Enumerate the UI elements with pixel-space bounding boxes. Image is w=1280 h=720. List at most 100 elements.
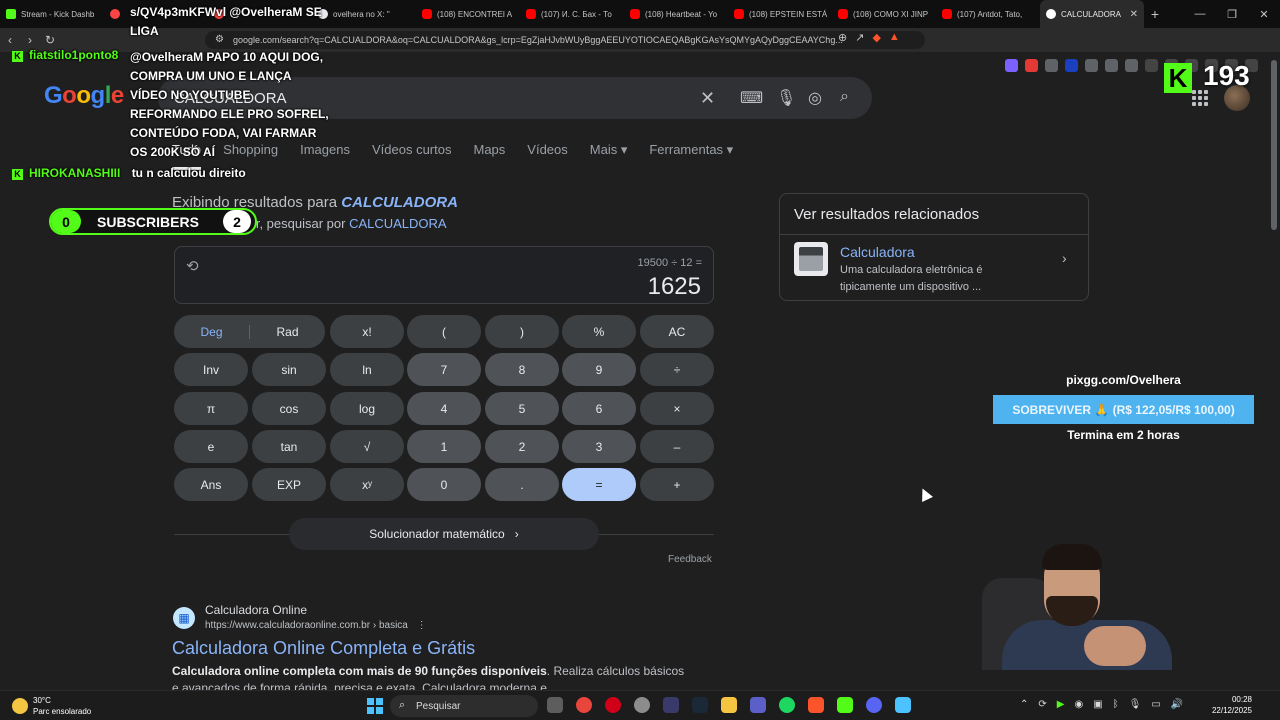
- tan-button[interactable]: tan: [252, 430, 326, 463]
- clear-button[interactable]: AC: [640, 315, 714, 348]
- extension-icon[interactable]: [1065, 59, 1078, 72]
- tab-youtube-3[interactable]: (108) Heartbeat - Yo: [624, 0, 728, 28]
- sync-icon[interactable]: ⟳: [1038, 699, 1046, 710]
- keyboard-icon[interactable]: ⌨: [740, 88, 763, 108]
- digit-3-button[interactable]: 3: [562, 430, 636, 463]
- discord-icon[interactable]: [866, 697, 882, 713]
- brave-icon[interactable]: [808, 697, 824, 713]
- tab-more[interactable]: Mais ▾: [590, 142, 628, 170]
- result-title-link[interactable]: Calculadora Online Completa e Grátis: [172, 638, 475, 659]
- chevron-right-icon[interactable]: ›: [1062, 250, 1067, 266]
- rad-option[interactable]: Rad: [250, 325, 325, 339]
- digit-1-button[interactable]: 1: [407, 430, 481, 463]
- result-site-name[interactable]: Calculadora Online: [205, 603, 307, 617]
- decimal-button[interactable]: .: [485, 468, 559, 501]
- puzzle-icon[interactable]: [1105, 59, 1118, 72]
- lens-icon[interactable]: ◎: [808, 88, 822, 108]
- ans-button[interactable]: Ans: [174, 468, 248, 501]
- minimize-icon[interactable]: —: [1184, 8, 1216, 20]
- weather-widget[interactable]: 30°C Parc ensolarado: [12, 695, 91, 717]
- volume-icon[interactable]: 🔊: [1171, 699, 1183, 710]
- steam-icon[interactable]: [692, 697, 708, 713]
- new-tab-button[interactable]: +: [1144, 6, 1166, 22]
- tab-tools[interactable]: Ferramentas ▾: [649, 142, 733, 170]
- tab-youtube-2[interactable]: (107) И. С. Бах - То: [520, 0, 624, 28]
- tab-videos[interactable]: Vídeos: [527, 142, 567, 170]
- google-logo[interactable]: Google: [44, 82, 124, 110]
- back-icon[interactable]: ‹: [0, 33, 20, 47]
- deg-rad-toggle[interactable]: Deg Rad: [174, 315, 325, 348]
- digit-8-button[interactable]: 8: [485, 353, 559, 386]
- maximize-icon[interactable]: ❐: [1216, 8, 1248, 21]
- tab-kick-dashboard[interactable]: Stream - Kick Dashb: [0, 0, 104, 28]
- spotify-icon[interactable]: [779, 697, 795, 713]
- brave-shield-icon[interactable]: ◆: [872, 31, 880, 44]
- tab-youtube-4[interactable]: (108) EPSTEIN ESTÁ: [728, 0, 832, 28]
- feedback-link[interactable]: Feedback: [668, 554, 712, 565]
- calculator-site-icon[interactable]: ▦: [173, 607, 195, 629]
- zoom-icon[interactable]: ⊕: [838, 31, 847, 44]
- e-button[interactable]: e: [174, 430, 248, 463]
- digit-4-button[interactable]: 4: [407, 392, 481, 425]
- plus-button[interactable]: +: [640, 468, 714, 501]
- notepad-icon[interactable]: [895, 697, 911, 713]
- search-icon[interactable]: ⌕: [840, 88, 849, 106]
- original-query-link[interactable]: CALCUALDORA: [349, 216, 447, 231]
- clear-icon[interactable]: ✕: [700, 88, 715, 109]
- open-paren-button[interactable]: (: [407, 315, 481, 348]
- sqrt-button[interactable]: √: [330, 430, 404, 463]
- digit-7-button[interactable]: 7: [407, 353, 481, 386]
- calculator-thumbnail[interactable]: [794, 242, 828, 276]
- digit-9-button[interactable]: 9: [562, 353, 636, 386]
- network-icon[interactable]: ▭: [1151, 699, 1160, 710]
- chrome-icon[interactable]: [576, 697, 592, 713]
- extension-icon[interactable]: [1085, 59, 1098, 72]
- extension-icon[interactable]: [1005, 59, 1018, 72]
- clock[interactable]: 00:28 22/12/2025: [1208, 694, 1252, 716]
- bluetooth-icon[interactable]: ᛒ: [1113, 699, 1119, 710]
- close-paren-button[interactable]: ): [485, 315, 559, 348]
- share-icon[interactable]: ↗: [855, 31, 864, 44]
- math-solver-button[interactable]: Solucionador matemático ›: [289, 518, 599, 550]
- close-tab-icon[interactable]: ✕: [1130, 9, 1138, 20]
- app-tray-icon[interactable]: ◉: [1074, 699, 1083, 710]
- forward-icon[interactable]: ›: [20, 33, 40, 47]
- brave-rewards-icon[interactable]: ▲: [889, 31, 900, 44]
- music-icon[interactable]: [1145, 59, 1158, 72]
- digit-6-button[interactable]: 6: [562, 392, 636, 425]
- app-icon[interactable]: [750, 697, 766, 713]
- tab-short-videos[interactable]: Vídeos curtos: [372, 142, 452, 170]
- taskbar-search[interactable]: ⌕ Pesquisar: [390, 695, 538, 717]
- apps-grid-icon[interactable]: [1192, 90, 1208, 106]
- task-view-icon[interactable]: [547, 697, 563, 713]
- tab-youtube-1[interactable]: (108) ENCONTREI A: [416, 0, 520, 28]
- factorial-button[interactable]: x!: [330, 315, 404, 348]
- related-item-link[interactable]: Calculadora: [840, 244, 915, 260]
- digit-0-button[interactable]: 0: [407, 468, 481, 501]
- app-tray-icon[interactable]: ▣: [1093, 699, 1102, 710]
- deg-option[interactable]: Deg: [174, 325, 249, 339]
- sin-button[interactable]: sin: [252, 353, 326, 386]
- ln-button[interactable]: ln: [330, 353, 404, 386]
- app-icon[interactable]: [663, 697, 679, 713]
- multiply-button[interactable]: ×: [640, 392, 714, 425]
- tab-youtube-5[interactable]: (108) COMO XI JINP: [832, 0, 936, 28]
- opera-icon[interactable]: [605, 697, 621, 713]
- exp-button[interactable]: EXP: [252, 468, 326, 501]
- equals-button[interactable]: =: [562, 468, 636, 501]
- tab-youtube-6[interactable]: (107) Antdot, Tato,: [936, 0, 1040, 28]
- file-explorer-icon[interactable]: [721, 697, 737, 713]
- power-button[interactable]: xʸ: [330, 468, 404, 501]
- extension-icon[interactable]: [1025, 59, 1038, 72]
- tab-maps[interactable]: Maps: [473, 142, 505, 170]
- chevron-up-icon[interactable]: ⌃: [1020, 699, 1028, 710]
- digit-5-button[interactable]: 5: [485, 392, 559, 425]
- pi-button[interactable]: π: [174, 392, 248, 425]
- start-button[interactable]: [367, 698, 383, 714]
- cos-button[interactable]: cos: [252, 392, 326, 425]
- digit-2-button[interactable]: 2: [485, 430, 559, 463]
- percent-button[interactable]: %: [562, 315, 636, 348]
- microphone-icon[interactable]: 🎙: [776, 88, 796, 108]
- result-url[interactable]: https://www.calculadoraonline.com.br › b…: [205, 620, 427, 631]
- corrected-query-link[interactable]: CALCULADORA: [341, 194, 458, 211]
